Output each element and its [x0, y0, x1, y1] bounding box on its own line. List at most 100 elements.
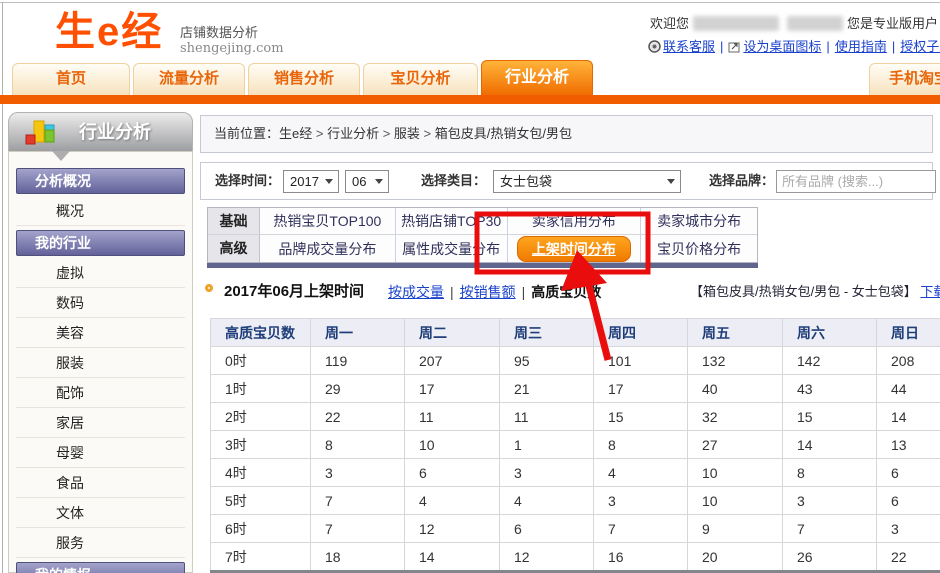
breadcrumb-part[interactable]: 生e经 [279, 126, 312, 141]
content-header: 2017年06月上架时间 按成交量|按销售额|高质宝贝数 【箱包皮具/热销女包/… [200, 280, 940, 304]
cell-wed: 12 [500, 543, 594, 571]
cell-sun: 6 [877, 459, 940, 487]
brand-tagline: 店铺数据分析 [180, 22, 284, 41]
cell-wed: 3 [500, 459, 594, 487]
tab-item-price[interactable]: 宝贝价格分布 [640, 235, 757, 262]
cell-thu: 4 [594, 459, 688, 487]
cell-fri: 20 [688, 543, 783, 571]
cell-sun: 13 [877, 431, 940, 459]
sidebar-item[interactable]: 服务 [16, 528, 185, 558]
category-filter-label: 选择类目： [421, 163, 486, 199]
row-hour-label: 0时 [211, 347, 311, 375]
sidebar-item[interactable]: 配饰 [16, 378, 185, 408]
sort-by-volume-link[interactable]: 按成交量 [388, 284, 444, 300]
current-metric-label: 高质宝贝数 [531, 284, 601, 300]
year-select[interactable]: 2017 [283, 170, 339, 193]
cell-sat: 26 [783, 543, 877, 571]
desktop-shortcut-icon [728, 40, 741, 53]
cell-mon: 29 [311, 375, 405, 403]
cell-sat: 7 [783, 515, 877, 543]
table-row: 6时 7 12 6 7 9 7 3 [211, 515, 940, 543]
cell-tue: 4 [405, 487, 500, 515]
welcome-bar: 欢迎您您是专业版用户 [650, 13, 938, 32]
breadcrumb-part[interactable]: 行业分析 [312, 126, 379, 141]
report-tab-strip: 基础 热销宝贝TOP100 热销店铺TOP30 卖家信用分布 卖家城市分布 高级… [207, 207, 758, 263]
sidebar-item[interactable]: 文体 [16, 498, 185, 528]
cell-wed: 6 [500, 515, 594, 543]
cell-tue: 6 [405, 459, 500, 487]
row-hour-label: 7时 [211, 543, 311, 571]
sort-by-revenue-link[interactable]: 按销售额 [460, 284, 516, 300]
cell-wed: 4 [500, 487, 594, 515]
cell-mon: 8 [311, 431, 405, 459]
sidebar-item[interactable]: 食品 [16, 468, 185, 498]
user-guide-link[interactable]: 使用指南 [835, 39, 887, 54]
brand-search-input[interactable] [776, 170, 936, 193]
subaccount-link[interactable]: 授权子账号 [900, 39, 940, 54]
chevron-down-icon [325, 179, 333, 184]
nav-tab-industry-active[interactable]: 行业分析 [481, 60, 593, 95]
tab-hot-items-top100[interactable]: 热销宝贝TOP100 [260, 208, 395, 234]
tab-hot-shops-top30[interactable]: 热销店铺TOP30 [395, 208, 507, 234]
sidebar-item[interactable]: 服装 [16, 348, 185, 378]
sidebar-item[interactable]: 美容 [16, 318, 185, 348]
tab-attribute-volume[interactable]: 属性成交量分布 [395, 235, 507, 262]
nav-tab-mobile-taobao[interactable]: 手机淘宝 [869, 63, 940, 95]
cell-sat: 15 [783, 403, 877, 431]
cell-thu: 16 [594, 543, 688, 571]
set-desktop-icon-link[interactable]: 设为桌面图标 [743, 39, 821, 54]
download-link[interactable]: 下载 [920, 284, 940, 299]
advanced-group-label: 高级 [208, 235, 260, 262]
sidebar-item[interactable]: 家居 [16, 408, 185, 438]
table-column-header: 周一 [311, 319, 405, 347]
sidebar-item[interactable]: 虚拟 [16, 258, 185, 288]
sidebar-item[interactable]: 母婴 [16, 438, 185, 468]
cell-fri: 9 [688, 515, 783, 543]
nav-tab-traffic[interactable]: 流量分析 [133, 63, 245, 95]
cell-fri: 27 [688, 431, 783, 459]
tab-listing-time-active[interactable]: 上架时间分布 [507, 235, 641, 262]
active-tab-button[interactable]: 上架时间分布 [517, 236, 631, 262]
tab-brand-volume[interactable]: 品牌成交量分布 [260, 235, 395, 262]
contact-service-link[interactable]: 联系客服 [663, 39, 715, 54]
nav-tab-home[interactable]: 首页 [12, 63, 130, 95]
chevron-down-icon [375, 179, 383, 184]
breadcrumb-part[interactable]: 箱包皮具/热销女包/男包 [420, 126, 572, 141]
listing-time-table: 高质宝贝数周一周二周三周四周五周六周日 0时 119 207 95 101 13… [210, 318, 940, 571]
cell-sun: 14 [877, 403, 940, 431]
table-row: 2时 22 11 11 15 32 15 14 [211, 403, 940, 431]
cell-sat: 8 [783, 459, 877, 487]
nav-tab-sales[interactable]: 销售分析 [248, 63, 360, 95]
cell-mon: 18 [311, 543, 405, 571]
sidebar-section-my-intel: 我的情报 [16, 562, 185, 573]
category-select[interactable]: 女士包袋 [493, 170, 681, 193]
month-select[interactable]: 06 [345, 170, 389, 193]
row-hour-label: 5时 [211, 487, 311, 515]
table-row: 5时 7 4 4 3 10 3 6 [211, 487, 940, 515]
nav-tab-item[interactable]: 宝贝分析 [363, 63, 478, 95]
table-row: 7时 18 14 12 16 20 26 22 [211, 543, 940, 571]
row-hour-label: 6时 [211, 515, 311, 543]
row-hour-label: 2时 [211, 403, 311, 431]
cell-mon: 3 [311, 459, 405, 487]
cell-thu: 7 [594, 515, 688, 543]
cell-tue: 17 [405, 375, 500, 403]
tab-seller-credit[interactable]: 卖家信用分布 [507, 208, 641, 234]
table-column-header: 周五 [688, 319, 783, 347]
table-column-header: 周六 [783, 319, 877, 347]
row-hour-label: 1时 [211, 375, 311, 403]
cell-thu: 101 [594, 347, 688, 375]
basic-tabs-row: 基础 热销宝贝TOP100 热销店铺TOP30 卖家信用分布 卖家城市分布 [208, 208, 757, 235]
cell-sun: 6 [877, 487, 940, 515]
blurred-username [787, 16, 843, 31]
table-row: 1时 29 17 21 17 40 43 44 [211, 375, 940, 403]
tab-seller-city[interactable]: 卖家城市分布 [640, 208, 757, 234]
sidebar-item[interactable]: 概况 [16, 196, 185, 226]
sidebar-item[interactable]: 数码 [16, 288, 185, 318]
cell-wed: 21 [500, 375, 594, 403]
cell-thu: 17 [594, 375, 688, 403]
cell-mon: 119 [311, 347, 405, 375]
breadcrumb-part[interactable]: 服装 [379, 126, 420, 141]
table-column-header: 周四 [594, 319, 688, 347]
cell-tue: 207 [405, 347, 500, 375]
